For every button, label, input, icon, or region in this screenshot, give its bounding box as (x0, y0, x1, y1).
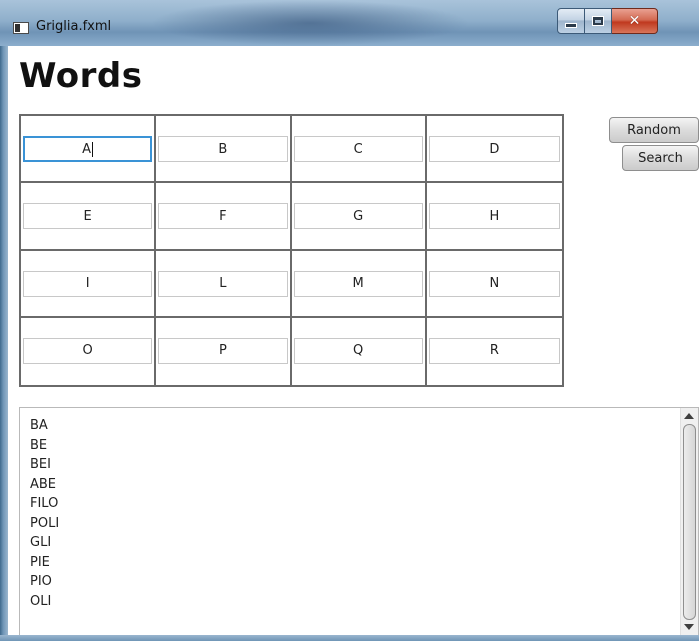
grid-cell: F (156, 183, 292, 251)
grid-cell: N (426, 251, 562, 318)
random-button[interactable]: Random (609, 117, 699, 143)
list-item[interactable]: BA (30, 416, 59, 436)
letter-input[interactable]: P (158, 337, 288, 364)
letter-input[interactable]: I (23, 270, 153, 297)
grid-cell: Q (292, 317, 427, 385)
scroll-down-arrow-icon[interactable] (684, 624, 694, 630)
title-bar-glow (150, 0, 470, 46)
letter-input[interactable]: N (428, 270, 560, 297)
grid-cell: O (21, 317, 157, 385)
grid-cell: D (426, 116, 562, 184)
list-item[interactable]: BEI (30, 455, 59, 475)
window-title: Griglia.fxml (36, 19, 112, 34)
letter-grid: ABCD EFGH ILMN OPQR (19, 114, 564, 387)
list-item[interactable]: ABE (30, 475, 59, 495)
vertical-scrollbar[interactable] (680, 408, 698, 635)
grid-cell: A (21, 116, 157, 184)
close-button[interactable]: ✕ (612, 8, 658, 34)
list-item[interactable]: FILO (30, 494, 59, 514)
letter-input[interactable]: O (23, 337, 153, 364)
grid-cell: M (291, 250, 427, 318)
scroll-up-arrow-icon[interactable] (684, 413, 694, 419)
maximize-button[interactable] (585, 8, 612, 34)
grid-cell: C (291, 116, 427, 184)
search-button[interactable]: Search (622, 145, 699, 171)
minimize-button[interactable] (557, 8, 585, 34)
window-frame-left (0, 0, 8, 641)
letter-input[interactable]: M (293, 270, 423, 297)
list-item[interactable]: BE (30, 436, 59, 456)
list-item[interactable]: OLI (30, 592, 59, 612)
grid-cell: G (291, 183, 427, 251)
results-list-items: BA BE BEI ABE FILO POLI GLI PIE PIO OLI (30, 416, 59, 611)
letter-input[interactable]: B (158, 136, 288, 162)
scrollbar-thumb[interactable] (683, 424, 696, 620)
list-item[interactable]: POLI (30, 514, 59, 534)
grid-cell: I (21, 250, 157, 318)
text-caret (92, 141, 94, 157)
grid-cell: B (156, 116, 292, 184)
letter-input[interactable]: Q (293, 337, 423, 364)
results-list[interactable]: BA BE BEI ABE FILO POLI GLI PIE PIO OLI (19, 407, 699, 636)
list-item[interactable]: PIO (30, 572, 59, 592)
grid-cell: R (427, 318, 562, 385)
list-item[interactable]: PIE (30, 553, 59, 573)
letter-input[interactable]: E (23, 203, 153, 230)
app-icon[interactable] (13, 22, 29, 34)
grid-cell: E (21, 183, 157, 251)
close-icon: ✕ (628, 13, 641, 29)
letter-input[interactable]: R (428, 337, 560, 364)
letter-input[interactable]: A (23, 136, 153, 162)
minimize-icon (565, 22, 577, 28)
letter-input[interactable]: C (293, 136, 423, 162)
letter-input[interactable]: F (158, 203, 288, 230)
title-bar[interactable]: Griglia.fxml ✕ (0, 0, 699, 46)
grid-cell: H (426, 183, 562, 251)
window-controls: ✕ (557, 8, 658, 34)
letter-input[interactable]: L (158, 270, 288, 297)
letter-input[interactable]: H (428, 203, 560, 230)
grid-cell: L (156, 250, 292, 318)
list-item[interactable]: GLI (30, 533, 59, 553)
letter-input[interactable]: G (293, 203, 423, 230)
window-frame-bottom (0, 635, 699, 641)
letter-input[interactable]: D (428, 136, 560, 162)
maximize-icon (593, 17, 603, 25)
page-title: Words (19, 56, 143, 96)
grid-cell: P (156, 317, 292, 385)
